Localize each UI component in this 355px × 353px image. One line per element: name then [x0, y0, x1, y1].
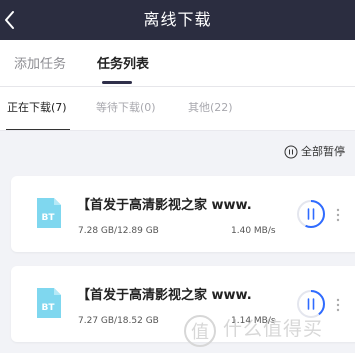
tab-add-task[interactable]: 添加任务 — [14, 40, 66, 86]
task-size: 7.27 GB/18.52 GB — [78, 316, 159, 326]
watermark: 值 什么值得买 — [183, 308, 355, 350]
pause-button[interactable] — [296, 199, 326, 229]
task-size: 7.28 GB/12.89 GB — [78, 226, 159, 236]
download-task-card[interactable]: BT 【首发于高清影视之家 www. 7.28 GB/12.89 GB 1.40… — [11, 176, 355, 252]
task-name: 【首发于高清影视之家 www. — [77, 288, 252, 303]
subtab-waiting[interactable]: 等待下载(0) — [96, 87, 156, 130]
task-name: 【首发于高清影视之家 www. — [77, 198, 252, 213]
pause-all-label: 全部暂停 — [301, 145, 345, 158]
subtab-other[interactable]: 其他(22) — [188, 87, 233, 130]
tab-bar: 添加任务 任务列表 — [0, 40, 355, 87]
title-bar: 离线下载 — [0, 0, 355, 40]
more-vertical-icon[interactable] — [334, 207, 342, 223]
subtab-bar: 正在下载(7) 等待下载(0) 其他(22) — [0, 87, 355, 131]
subtab-downloading[interactable]: 正在下载(7) — [7, 87, 67, 130]
tab-task-list[interactable]: 任务列表 — [97, 40, 149, 86]
bt-badge-label: BT — [42, 303, 56, 313]
pause-circle-icon — [284, 145, 298, 159]
watermark-text: 什么值得买 — [223, 318, 324, 340]
page-title: 离线下载 — [143, 10, 212, 29]
bt-file-icon: BT — [37, 198, 61, 228]
bt-file-icon: BT — [37, 288, 61, 318]
task-speed: 1.40 MB/s — [231, 226, 276, 236]
active-tab-indicator — [102, 81, 132, 84]
bt-badge-label: BT — [42, 213, 56, 223]
svg-text:值: 值 — [191, 322, 209, 343]
watermark-logo: 值 — [183, 314, 217, 348]
active-subtab-indicator — [6, 129, 70, 130]
